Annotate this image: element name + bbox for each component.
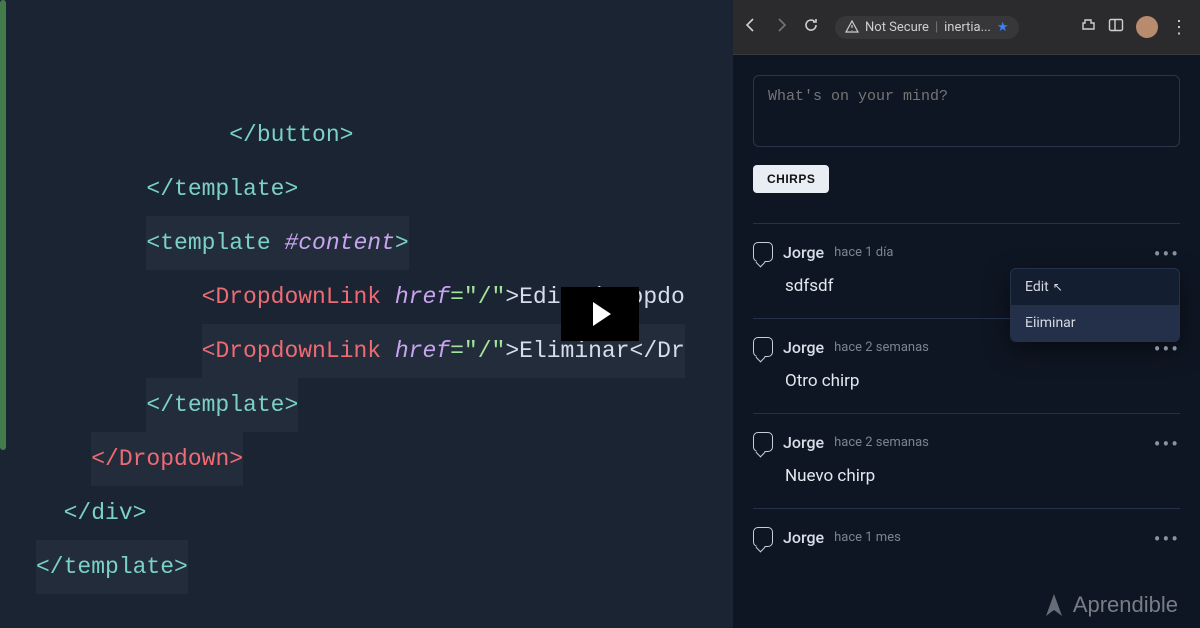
logo-icon [1043,592,1065,618]
chirp-author: Jorge [783,528,824,547]
code-token: <template [146,230,284,256]
code-token: >Eliminar</Dr [505,338,684,364]
compose-textarea[interactable] [753,75,1180,147]
chirp-author: Jorge [783,243,824,262]
code-token: <DropdownLink [202,338,395,364]
address-bar[interactable]: Not Secure | inertia... ★ [835,16,1019,39]
code-line: </div> [64,500,147,526]
app-page: CHIRPS Jorge hace 1 día ••• sdfsdf Edit↖… [733,55,1200,547]
chat-bubble-icon [753,527,773,547]
more-icon[interactable]: ••• [1154,527,1180,551]
extensions-icon[interactable] [1080,17,1096,37]
chirp-time: hace 2 semanas [834,435,929,450]
menu-edit[interactable]: Edit↖ [1011,269,1179,305]
chirp-author: Jorge [783,338,824,357]
code-token: ="/" [450,284,505,310]
chat-bubble-icon [753,432,773,452]
avatar[interactable] [1136,16,1158,38]
code-line: </button> [229,122,353,148]
url-text: inertia... [944,20,991,35]
cursor-icon: ↖ [1053,280,1063,294]
browser-toolbar: Not Secure | inertia... ★ ⋮ [733,0,1200,55]
forward-icon[interactable] [773,17,789,37]
code-line: </template> [146,176,298,202]
back-icon[interactable] [743,17,759,37]
chirp-time: hace 1 día [834,245,893,260]
watermark: Aprendible [1043,592,1178,618]
warning-icon [845,20,859,34]
chirp-time: hace 1 mes [834,530,901,545]
chirp-item: Jorge hace 2 semanas ••• Otro chirp [753,318,1180,413]
editor-gutter [0,0,6,450]
chirp-item: Jorge hace 1 mes ••• [753,508,1180,547]
code-token: > [395,230,409,256]
chat-bubble-icon [753,337,773,357]
code-line: </template> [146,392,298,418]
chirps-list: Jorge hace 1 día ••• sdfsdf Edit↖ Elimin… [753,223,1180,547]
code-token: href [395,338,450,364]
more-icon[interactable]: ••• [1154,432,1180,456]
more-icon[interactable]: ••• [1154,337,1180,361]
code-line: </Dropdown> [91,446,243,472]
reload-icon[interactable] [803,17,819,37]
panel-icon[interactable] [1108,17,1124,37]
chirp-body: Otro chirp [785,371,1180,391]
bookmark-star-icon[interactable]: ★ [997,20,1009,35]
chirps-button[interactable]: CHIRPS [753,165,829,193]
chirp-item: Jorge hace 2 semanas ••• Nuevo chirp [753,413,1180,508]
chirp-time: hace 2 semanas [834,340,929,355]
browser-window: Not Secure | inertia... ★ ⋮ CHIRPS [733,0,1200,628]
chirp-author: Jorge [783,433,824,452]
code-line: </template> [36,554,188,580]
code-token: ="/" [450,338,505,364]
code-token: href [395,284,450,310]
play-button[interactable] [561,287,639,341]
not-secure-label: Not Secure [865,20,929,35]
menu-icon[interactable]: ⋮ [1170,17,1190,38]
more-icon[interactable]: ••• [1154,242,1180,266]
code-token: #content [284,230,394,256]
chirp-body: Nuevo chirp [785,466,1180,486]
chat-bubble-icon [753,242,773,262]
chirp-item: Jorge hace 1 día ••• sdfsdf Edit↖ Elimin… [753,223,1180,318]
code-token: <DropdownLink [202,284,395,310]
